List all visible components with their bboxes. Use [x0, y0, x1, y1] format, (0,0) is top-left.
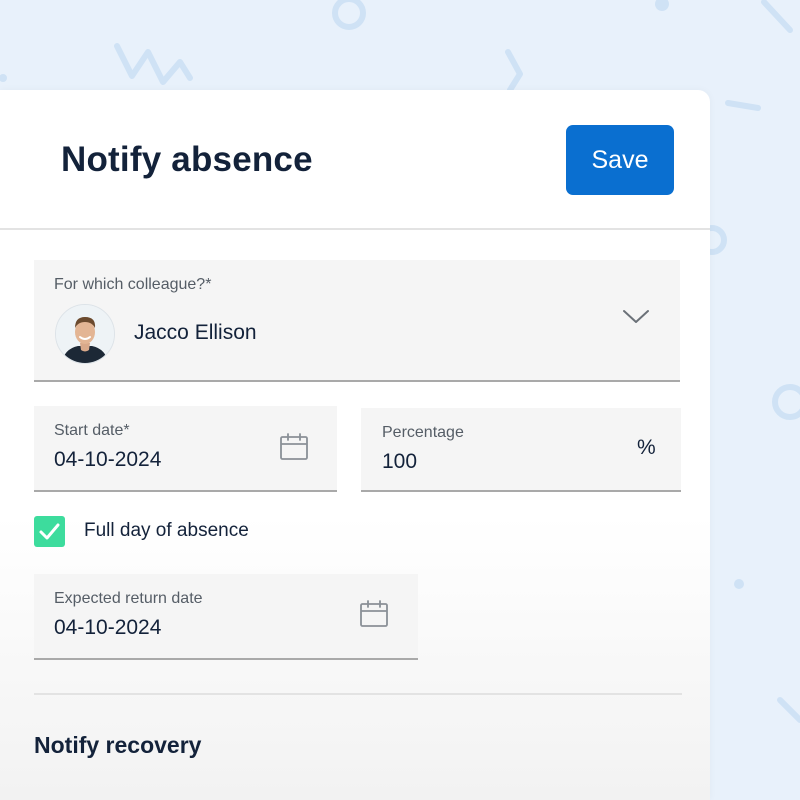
expected-return-date-field[interactable]: Expected return date 04-10-2024 — [34, 574, 418, 660]
calendar-icon[interactable] — [359, 599, 389, 629]
page-title: Notify absence — [61, 140, 313, 179]
full-day-label: Full day of absence — [84, 520, 249, 541]
percent-unit: % — [637, 436, 656, 459]
expected-return-value: 04-10-2024 — [54, 616, 162, 639]
chevron-down-icon[interactable] — [622, 309, 650, 325]
percentage-value: 100 — [382, 450, 418, 473]
section-divider — [34, 693, 682, 695]
save-button[interactable]: Save — [566, 125, 674, 195]
calendar-icon[interactable] — [279, 432, 309, 462]
expected-return-label: Expected return date — [54, 590, 203, 607]
full-day-checkbox[interactable] — [34, 516, 65, 547]
colleague-label: For which colleague?* — [54, 276, 212, 293]
colleague-select[interactable]: For which colleague?* Jacco Ellison — [34, 260, 680, 382]
person-avatar — [55, 304, 115, 364]
percentage-field[interactable]: Percentage 100 % — [361, 408, 681, 492]
start-date-value: 04-10-2024 — [54, 448, 162, 471]
colleague-name: Jacco Ellison — [134, 321, 257, 344]
start-date-field[interactable]: Start date* 04-10-2024 — [34, 406, 337, 492]
notify-recovery-heading: Notify recovery — [34, 732, 202, 758]
checkmark-icon — [39, 523, 60, 540]
percentage-label: Percentage — [382, 424, 464, 441]
header-divider — [0, 228, 710, 230]
start-date-label: Start date* — [54, 422, 130, 439]
